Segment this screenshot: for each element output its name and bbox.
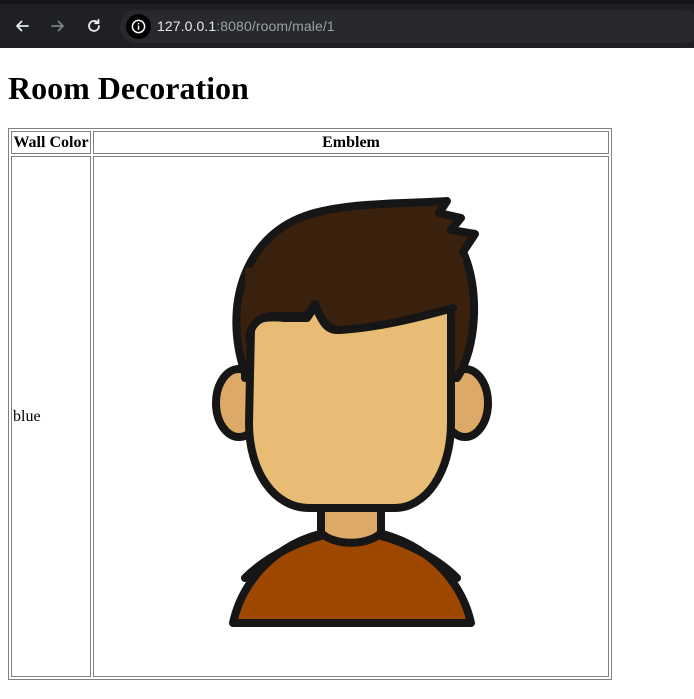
header-wall-color: Wall Color: [11, 131, 91, 154]
decoration-table: Wall Color Emblem blue: [8, 128, 612, 680]
info-icon: [131, 19, 146, 34]
page-content: Room Decoration Wall Color Emblem blue: [0, 48, 694, 699]
url-path: :8080/room/male/1: [216, 18, 335, 34]
emblem-cell: [93, 156, 609, 677]
address-bar[interactable]: 127.0.0.1:8080/room/male/1: [120, 10, 694, 43]
arrow-right-icon: [51, 20, 64, 32]
reload-icon: [88, 18, 100, 32]
url-text: 127.0.0.1:8080/room/male/1: [157, 18, 335, 34]
back-button[interactable]: [8, 12, 36, 40]
arrow-left-icon: [16, 20, 29, 32]
url-host: 127.0.0.1: [157, 18, 217, 34]
site-info-button[interactable]: [126, 14, 151, 39]
wall-color-cell: blue: [11, 156, 91, 677]
header-emblem: Emblem: [93, 131, 609, 154]
reload-button[interactable]: [80, 12, 108, 40]
male-avatar-emblem: [212, 197, 492, 627]
table-header-row: Wall Color Emblem: [11, 131, 609, 154]
avatar-face: [245, 302, 455, 512]
browser-toolbar: 127.0.0.1:8080/room/male/1: [0, 0, 694, 48]
page-title: Room Decoration: [8, 70, 249, 106]
forward-button[interactable]: [44, 12, 72, 40]
table-row: blue: [11, 156, 609, 677]
